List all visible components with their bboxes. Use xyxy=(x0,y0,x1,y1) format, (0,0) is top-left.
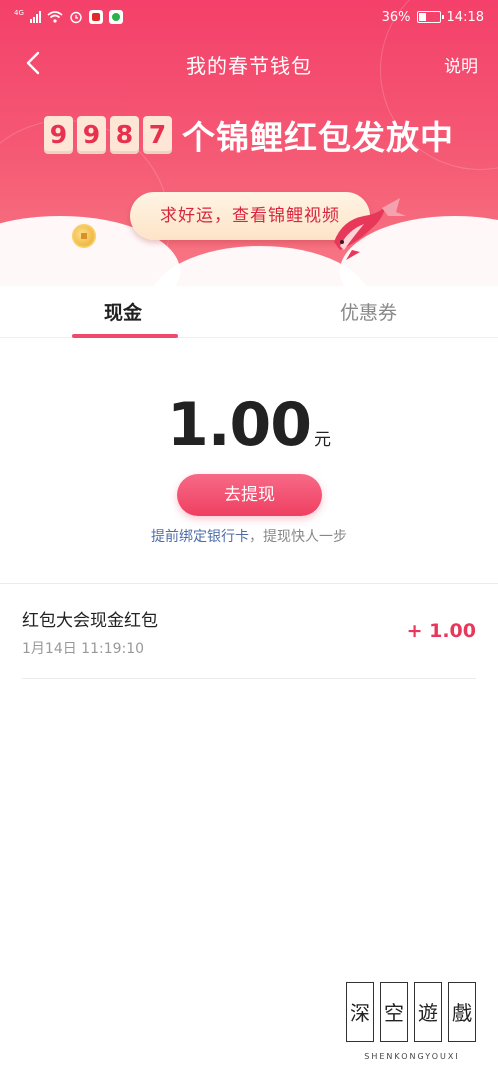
alarm-icon xyxy=(70,11,82,24)
counter-digit: 9 xyxy=(44,116,73,154)
balance-display: 1.00 元 xyxy=(0,390,498,460)
transaction-title: 红包大会现金红包 xyxy=(22,611,158,631)
transaction-time: 1月14日 11:19:10 xyxy=(22,641,145,657)
koi-counter: 9 9 8 7 个锦鲤红包发放中 xyxy=(0,112,498,158)
withdraw-button[interactable]: 去提现 xyxy=(177,474,322,516)
watermark-char: 深 xyxy=(346,982,374,1042)
nav-bar: 我的春节钱包 说明 xyxy=(0,38,498,88)
watermark-char: 戲 xyxy=(448,982,476,1042)
balance-unit: 元 xyxy=(314,430,332,450)
transaction-row[interactable]: 红包大会现金红包 1月14日 11:19:10 + 1.00 xyxy=(0,584,498,678)
bind-card-hint: 提前绑定银行卡，提现快人一步 xyxy=(0,526,498,546)
divider xyxy=(22,678,476,679)
signal-icon xyxy=(29,11,41,23)
tab-coupons[interactable]: 优惠券 xyxy=(340,298,397,325)
watermark-char: 遊 xyxy=(414,982,442,1042)
tab-cash[interactable]: 现金 xyxy=(104,298,142,325)
app-notification-icon xyxy=(108,10,123,24)
bind-card-tip: ，提现快人一步 xyxy=(249,529,347,545)
balance-amount: 1.00 xyxy=(166,390,312,460)
battery-percent: 36% xyxy=(381,9,411,25)
header-banner: 4G 36% 14:18 我的春节钱包 说明 9 9 8 7 个锦鲤红包发放中 … xyxy=(0,0,498,286)
active-tab-indicator xyxy=(72,334,178,338)
counter-digit: 9 xyxy=(77,116,106,154)
counter-caption: 个锦鲤红包发放中 xyxy=(182,118,454,157)
status-bar: 4G 36% 14:18 xyxy=(0,0,498,34)
help-link[interactable]: 说明 xyxy=(444,52,478,77)
network-type: 4G xyxy=(14,9,24,17)
watermark-logo: 深 空 遊 戲 SHENKONGYOUXI xyxy=(342,982,482,1068)
bind-card-link[interactable]: 提前绑定银行卡 xyxy=(151,529,249,545)
counter-digit: 8 xyxy=(110,116,139,154)
wifi-icon xyxy=(47,11,63,23)
watermark-text: SHENKONGYOUXI xyxy=(364,1052,460,1061)
page-title: 我的春节钱包 xyxy=(186,54,312,78)
clock: 14:18 xyxy=(446,9,484,25)
transaction-amount: + 1.00 xyxy=(406,620,476,642)
tab-bar: 现金 优惠券 xyxy=(0,286,498,338)
watermark-char: 空 xyxy=(380,982,408,1042)
video-app-icon xyxy=(88,10,103,24)
koi-fish-icon xyxy=(334,198,406,260)
counter-digit: 7 xyxy=(143,116,172,154)
coin-icon xyxy=(72,224,96,248)
battery-icon xyxy=(416,11,444,23)
